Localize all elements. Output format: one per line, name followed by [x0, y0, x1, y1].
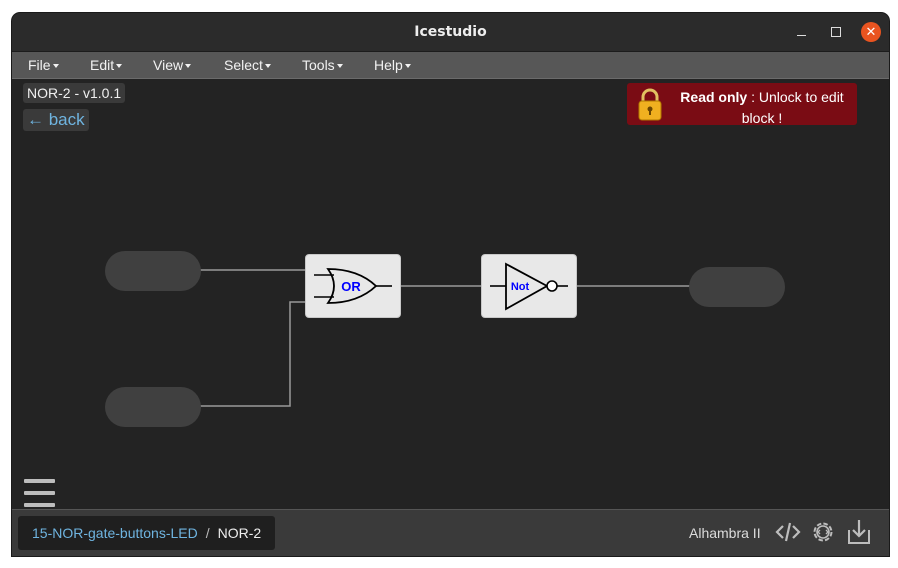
or-gate-block[interactable]: OR	[305, 254, 401, 318]
output-port[interactable]	[689, 267, 785, 307]
caret-down-icon	[185, 64, 192, 69]
block-version-label: NOR-2 - v1.0.1	[23, 83, 126, 103]
input-port-1[interactable]	[105, 251, 201, 291]
read-only-message: : Unlock to edit block !	[741, 89, 844, 126]
app-window: Icestudio ✕ File Edit View Select Tools …	[12, 13, 889, 556]
close-icon: ✕	[865, 24, 877, 39]
footer-bar: 15-NOR-gate-buttons-LED / NOR-2 Alhambra…	[12, 509, 889, 556]
menu-help[interactable]: Help	[374, 57, 411, 73]
gear-icon[interactable]	[809, 518, 837, 546]
menu-view[interactable]: View	[153, 57, 192, 73]
or-gate-label: OR	[341, 279, 361, 294]
not-gate-label: Not	[511, 281, 530, 293]
not-gate-symbol: Not	[490, 262, 568, 311]
title-bar: Icestudio ✕	[12, 13, 889, 52]
caret-down-icon	[404, 64, 411, 69]
menu-file[interactable]: File	[28, 57, 59, 73]
or-gate-symbol: OR	[314, 268, 392, 304]
maximize-button[interactable]	[826, 22, 846, 42]
close-button[interactable]: ✕	[861, 22, 881, 42]
menu-tools[interactable]: Tools	[302, 57, 343, 73]
maximize-icon	[831, 27, 841, 37]
read-only-title: Read only	[680, 89, 748, 105]
caret-down-icon	[264, 64, 271, 69]
minimize-button[interactable]	[791, 22, 811, 42]
input-port-2[interactable]	[105, 387, 201, 427]
not-gate-block[interactable]: Not	[481, 254, 577, 318]
window-title: Icestudio	[414, 24, 487, 40]
menu-edit[interactable]: Edit	[90, 57, 123, 73]
code-icon[interactable]	[774, 518, 802, 546]
breadcrumb-current: NOR-2	[217, 525, 262, 541]
wire-input2-or	[200, 301, 305, 407]
menu-select[interactable]: Select	[224, 57, 271, 73]
design-canvas[interactable]: NOR-2 - v1.0.1 ← back Read only : Unlock…	[12, 79, 889, 509]
breadcrumb: 15-NOR-gate-buttons-LED / NOR-2	[18, 516, 276, 550]
board-selector[interactable]: Alhambra II	[689, 525, 761, 541]
caret-down-icon	[52, 64, 59, 69]
hamburger-menu-icon[interactable]	[24, 479, 55, 509]
menu-bar: File Edit View Select Tools Help	[12, 52, 889, 79]
download-icon[interactable]	[845, 518, 873, 546]
read-only-banner[interactable]: Read only : Unlock to edit block !	[627, 83, 857, 126]
back-button[interactable]: ← back	[23, 109, 89, 131]
breadcrumb-parent[interactable]: 15-NOR-gate-buttons-LED	[32, 525, 198, 541]
caret-down-icon	[116, 64, 123, 69]
breadcrumb-separator: /	[205, 525, 210, 541]
lock-icon	[638, 88, 662, 121]
caret-down-icon	[336, 64, 343, 69]
minimize-icon	[796, 34, 806, 36]
